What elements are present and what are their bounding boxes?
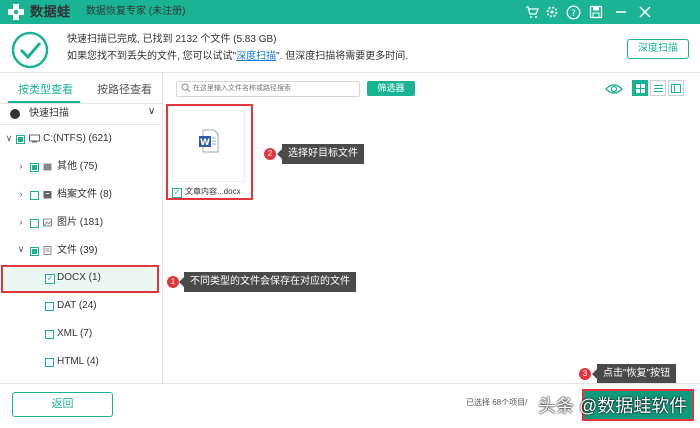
document-icon [43,246,52,255]
expand-arrow-icon[interactable]: › [16,217,26,227]
quick-scan-icon [10,109,20,119]
documents-checkbox[interactable] [30,247,39,256]
scan-status: 快速扫描已完成, 已找到 2132 个文件 (5.83 GB) [67,34,277,45]
dat-checkbox[interactable] [45,302,54,311]
tree-item-images[interactable]: 图片 (181) [57,216,103,230]
tree-item-archive[interactable]: 档案文件 (8) [57,188,112,202]
quick-scan-label[interactable]: 快速扫描 [29,107,69,121]
scan-hint-text-end: ". 但深度扫描将需要更多时间. [276,51,408,62]
file-thumbnail[interactable]: W [172,110,245,182]
step-badge-2: 2 [264,148,276,160]
search-input[interactable] [193,82,353,94]
svg-text:?: ? [571,9,576,19]
archive-checkbox[interactable] [30,191,39,200]
tree-item-docx[interactable]: DOCX (1) [57,271,101,285]
collapse-arrow-icon[interactable]: ∨ [16,244,26,255]
selection-summary: 已选择 68个项目/ [466,398,528,407]
divider [0,124,162,125]
tooltip-select-file: 选择好目标文件 [277,144,364,164]
xml-checkbox[interactable] [45,330,54,339]
step-badge-1: 1 [167,276,179,288]
list-view-icon[interactable] [650,80,666,96]
tree-item-dat[interactable]: DAT (24) [57,299,97,313]
eye-icon[interactable] [605,82,623,96]
app-subtitle: 数据恢复专家 (未注册) [86,6,186,17]
check-circle-icon [11,31,49,69]
collapse-arrow-icon[interactable]: ∨ [4,133,14,144]
tree-item-other[interactable]: 其他 (75) [57,160,98,174]
save-icon[interactable] [587,3,605,21]
help-icon[interactable]: ? [564,3,582,21]
divider [0,383,700,384]
expand-arrow-icon[interactable]: › [16,189,26,199]
html-checkbox[interactable] [45,358,54,367]
gear-icon[interactable] [543,3,561,21]
folder-icon [43,163,52,171]
svg-text:W: W [200,138,210,148]
back-button[interactable]: 返回 [12,392,113,417]
watermark: 头条 @数据蛙软件 [538,396,688,416]
drive-checkbox[interactable] [16,135,25,144]
search-icon [181,83,191,93]
docx-checkbox[interactable]: ✓ [45,274,55,284]
tree-item-html[interactable]: HTML (4) [57,355,99,369]
logo-text: 数据蛙 [30,4,71,19]
word-file-icon: W [199,129,219,153]
tooltip-restore: 点击"恢复"按钮 [591,364,677,384]
divider [0,103,162,104]
step-badge-3: 3 [579,368,591,380]
drive-icon [29,134,40,143]
deep-scan-link[interactable]: 深度扫描 [236,51,276,62]
minimize-icon[interactable] [612,3,630,21]
tab-by-path[interactable]: 按路径查看 [97,82,152,98]
tree-item-xml[interactable]: XML (7) [57,327,92,341]
filter-button[interactable]: 筛选器 [367,81,415,96]
other-checkbox[interactable] [30,163,39,172]
file-checkbox[interactable]: ✓ [172,188,182,198]
tab-by-type[interactable]: 按类型查看 [18,82,73,98]
image-icon [43,218,52,227]
file-name: 文章内容...docx [185,187,241,196]
scan-hint-text: 如果您找不到丢失的文件, 您可以试试" [67,51,237,62]
close-icon[interactable] [636,3,654,21]
chevron-down-icon[interactable]: ∨ [148,106,155,117]
expand-arrow-icon[interactable]: › [16,161,26,171]
grid-view-icon[interactable] [632,80,648,96]
images-checkbox[interactable] [30,219,39,228]
logo-icon [8,4,24,20]
tree-item-documents[interactable]: 文件 (39) [57,244,98,258]
scan-hint: 如果您找不到丢失的文件, 您可以试试"深度扫描". 但深度扫描将需要更多时间. [67,50,408,64]
cart-icon[interactable] [523,3,541,21]
tooltip-file-types: 不同类型的文件会保存在对应的文件 [179,272,356,292]
deep-scan-button[interactable]: 深度扫描 [627,39,689,59]
detail-view-icon[interactable] [668,80,684,96]
archive-icon [43,191,52,199]
tree-item-drive[interactable]: C:(NTFS) (621) [43,132,112,146]
